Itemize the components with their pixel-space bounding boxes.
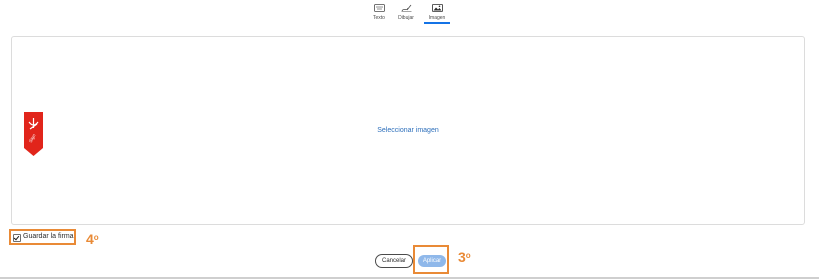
tab-texto[interactable]: Texto xyxy=(364,2,394,24)
image-icon xyxy=(431,4,443,12)
step-3-suffix: o xyxy=(465,251,471,260)
adobe-pdf-bookmark-icon: Sign xyxy=(24,112,43,156)
save-signature-label: Guardar la firma xyxy=(23,233,74,240)
tab-dibujar[interactable]: Dibujar xyxy=(391,2,421,24)
save-signature-checkbox[interactable] xyxy=(13,234,21,242)
step-3-callout: 3o xyxy=(458,250,471,264)
cancel-button[interactable]: Cancelar xyxy=(375,254,413,268)
step-4-callout: 4o xyxy=(86,232,99,246)
select-image-link[interactable]: Seleccionar imagen xyxy=(12,127,804,134)
keyboard-icon xyxy=(373,4,385,12)
signature-mode-tabs: Texto Dibujar Imagen xyxy=(0,0,819,26)
tab-imagen[interactable]: Imagen xyxy=(422,2,452,24)
apply-button[interactable]: Aplicar xyxy=(418,255,446,267)
save-signature-checkbox-highlight[interactable]: Guardar la firma xyxy=(9,229,76,245)
pen-draw-icon xyxy=(401,4,411,12)
active-tab-indicator xyxy=(424,22,450,24)
tab-imagen-label: Imagen xyxy=(428,15,446,21)
step-4-suffix: o xyxy=(93,233,99,242)
apply-button-highlight: Aplicar xyxy=(413,245,449,274)
step-3-number: 3 xyxy=(458,249,466,265)
tab-dibujar-label: Dibujar xyxy=(398,15,414,21)
image-drop-area[interactable]: Sign Seleccionar imagen xyxy=(11,36,805,225)
tab-texto-label: Texto xyxy=(373,15,385,21)
step-4-number: 4 xyxy=(86,231,94,247)
